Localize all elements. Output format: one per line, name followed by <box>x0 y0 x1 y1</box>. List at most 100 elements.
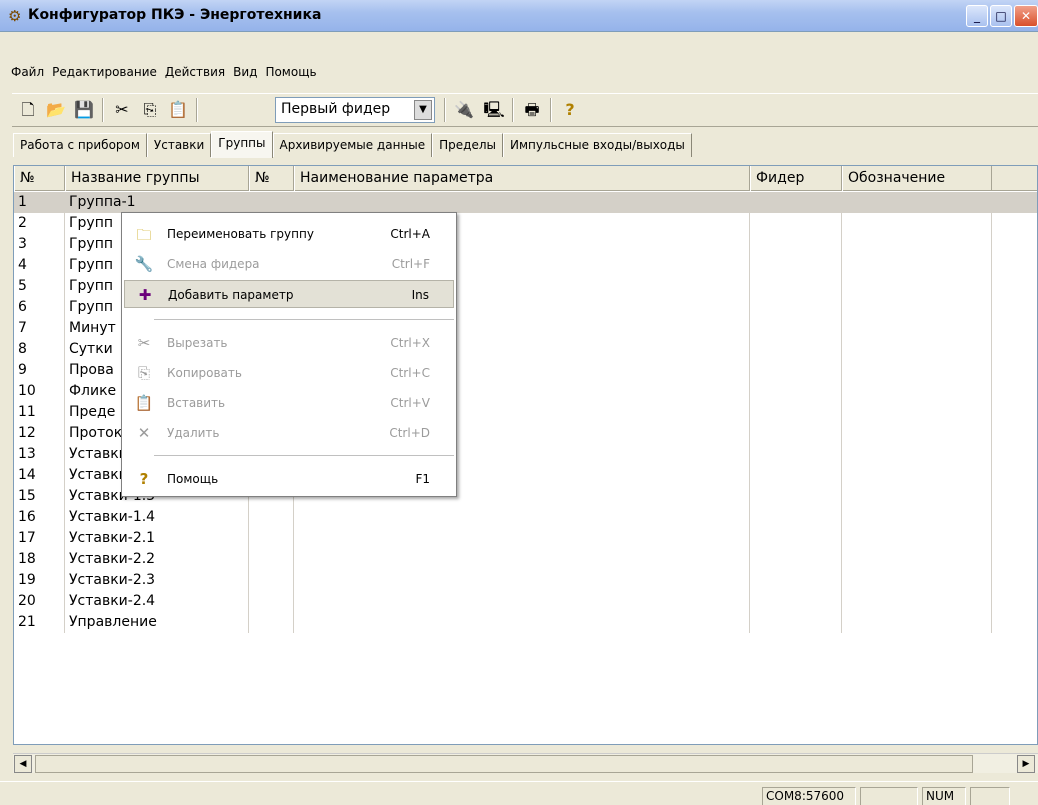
menu-file[interactable]: Файл <box>7 61 48 85</box>
paste-icon[interactable]: 📋 <box>166 98 190 122</box>
table-row[interactable]: 1 Группа-1 <box>14 192 1037 213</box>
column-header-number[interactable]: № <box>14 166 65 191</box>
cell-feeder <box>750 549 842 570</box>
cell-group-name: Уставки-1.4 <box>65 507 249 528</box>
context-menu: 🗀 Переименовать группу Ctrl+A 🔧 Смена фидера… <box>121 212 457 497</box>
close-button[interactable]: ✕ <box>1014 5 1038 27</box>
delete-icon: ✕ <box>137 424 151 442</box>
table-row[interactable]: 21 Управление <box>14 612 1037 633</box>
table-row[interactable]: 18 Уставки-2.2 <box>14 549 1037 570</box>
plus-icon: ✚ <box>138 286 152 304</box>
cell-designation <box>842 570 992 591</box>
scroll-thumb[interactable] <box>35 755 973 773</box>
context-menu-item-folder[interactable]: 🗀 Переименовать группу Ctrl+A <box>124 220 454 248</box>
cell-number: 11 <box>14 402 65 423</box>
save-icon[interactable]: 💾 <box>72 98 96 122</box>
cell-designation <box>842 234 992 255</box>
cut-icon[interactable]: ✂ <box>110 98 134 122</box>
tab-settings[interactable]: Уставки <box>146 133 212 157</box>
cell-group-name: Уставки-2.3 <box>65 570 249 591</box>
folder-icon: 🗀 <box>136 226 152 244</box>
window-title: Конфигуратор ПКЭ - Энерготехника <box>28 7 322 23</box>
cell-designation <box>842 591 992 612</box>
status-empty <box>860 787 918 805</box>
context-menu-label: Вырезать <box>167 336 228 350</box>
cell-feeder <box>750 486 842 507</box>
toolbar: 🗋 📂 💾 ✂ ⎘ 📋 Первый фидер ▼ 🔌 🖳 🖶 ? <box>12 93 1038 127</box>
chevron-down-icon[interactable]: ▼ <box>414 100 432 120</box>
menu-view[interactable]: Вид <box>229 61 261 85</box>
cell-number: 15 <box>14 486 65 507</box>
context-menu-shortcut: Ctrl+C <box>390 366 430 380</box>
table-header: № Название группы № Наименование парамет… <box>14 166 1037 191</box>
table-row[interactable]: 20 Уставки-2.4 <box>14 591 1037 612</box>
tab-device[interactable]: Работа с прибором <box>13 133 147 157</box>
cell-feeder <box>750 423 842 444</box>
app-icon: ⚙ <box>8 7 22 25</box>
cell-number: 3 <box>14 234 65 255</box>
context-menu-item-scissors[interactable]: ✂ Вырезать Ctrl+X <box>124 329 454 357</box>
cell-designation <box>842 612 992 633</box>
minimize-button[interactable]: _ <box>966 5 988 27</box>
help-icon[interactable]: ? <box>558 98 582 122</box>
new-file-icon[interactable]: 🗋 <box>16 98 40 122</box>
feeder-select-value: Первый фидер <box>281 101 391 117</box>
table-row[interactable]: 16 Уставки-1.4 <box>14 507 1037 528</box>
table-row[interactable]: 19 Уставки-2.3 <box>14 570 1037 591</box>
tab-groups[interactable]: Группы <box>211 131 273 158</box>
context-menu-item-help[interactable]: ? Помощь F1 <box>124 465 454 493</box>
scroll-right-icon[interactable]: ▶ <box>1017 755 1035 773</box>
tab-archived-data[interactable]: Архивируемые данные <box>272 133 433 157</box>
context-menu-label: Удалить <box>167 426 220 440</box>
cell-designation <box>842 318 992 339</box>
device-read-icon[interactable]: 🖳 <box>482 98 506 122</box>
copy-icon[interactable]: ⎘ <box>138 98 162 122</box>
column-header-designation[interactable]: Обозначение <box>842 166 992 191</box>
column-header-param-name[interactable]: Наименование параметра <box>294 166 750 191</box>
context-menu-item-copy[interactable]: ⎘ Копировать Ctrl+C <box>124 359 454 387</box>
cell-group-name: Группа-1 <box>65 192 249 213</box>
menu-actions[interactable]: Действия <box>161 61 229 85</box>
table-row[interactable]: 17 Уставки-2.1 <box>14 528 1037 549</box>
help-icon: ? <box>139 470 149 488</box>
feeder-select[interactable]: Первый фидер ▼ <box>275 97 435 123</box>
column-header-param-number[interactable]: № <box>249 166 294 191</box>
device-connect-icon[interactable]: 🔌 <box>452 98 476 122</box>
horizontal-scrollbar[interactable]: ◀ ▶ <box>13 753 1038 773</box>
cell-number: 16 <box>14 507 65 528</box>
tab-limits[interactable]: Пределы <box>432 133 503 157</box>
cell-number: 1 <box>14 192 65 213</box>
column-header-group-name[interactable]: Название группы <box>65 166 249 191</box>
cell-designation <box>842 486 992 507</box>
open-folder-icon[interactable]: 📂 <box>44 98 68 122</box>
menu-help[interactable]: Помощь <box>261 61 320 85</box>
context-menu-item-delete[interactable]: ✕ Удалить Ctrl+D <box>124 419 454 447</box>
cell-feeder <box>750 318 842 339</box>
cell-designation <box>842 423 992 444</box>
title-bar: ⚙ Конфигуратор ПКЭ - Энерготехника _ □ ✕ <box>0 0 1038 32</box>
context-menu-item-paste[interactable]: 📋 Вставить Ctrl+V <box>124 389 454 417</box>
scroll-left-icon[interactable]: ◀ <box>14 755 32 773</box>
menu-edit[interactable]: Редактирование <box>48 61 161 85</box>
column-header-feeder[interactable]: Фидер <box>750 166 842 191</box>
context-menu-item-wrench[interactable]: 🔧 Смена фидера Ctrl+F <box>124 250 454 278</box>
maximize-button[interactable]: □ <box>990 5 1012 27</box>
cell-param-name <box>294 192 750 213</box>
context-menu-label: Помощь <box>167 472 219 486</box>
cell-designation <box>842 381 992 402</box>
cell-designation <box>842 360 992 381</box>
toolbar-separator <box>196 98 198 122</box>
cell-feeder <box>750 276 842 297</box>
cell-group-name: Уставки-2.2 <box>65 549 249 570</box>
cell-number: 7 <box>14 318 65 339</box>
context-menu-shortcut: Ctrl+F <box>391 257 430 271</box>
menu-bar: Файл Редактирование Действия Вид Помощь <box>0 61 1038 85</box>
context-menu-separator <box>154 319 454 321</box>
context-menu-shortcut: Ctrl+X <box>390 336 430 350</box>
context-menu-item-plus[interactable]: ✚ Добавить параметр Ins <box>124 280 454 308</box>
toolbar-separator <box>444 98 446 122</box>
cell-designation <box>842 402 992 423</box>
tab-pulse-io[interactable]: Импульсные входы/выходы <box>502 133 692 157</box>
print-icon[interactable]: 🖶 <box>520 98 544 122</box>
cell-number: 20 <box>14 591 65 612</box>
